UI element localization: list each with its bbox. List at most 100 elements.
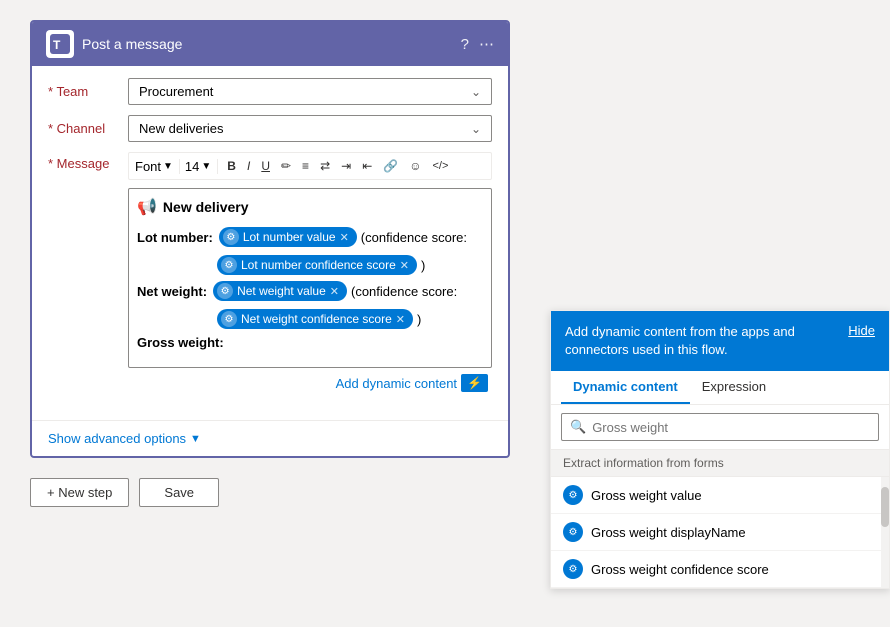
font-selector[interactable]: Font ▼ — [135, 159, 180, 174]
channel-select[interactable]: New deliveries ⌄ — [128, 115, 492, 142]
message-heading-text: New delivery — [163, 199, 249, 215]
lot-number-token-text: Lot number value — [243, 230, 336, 244]
add-dynamic-button[interactable]: ⚡ — [461, 374, 488, 392]
add-dynamic-link[interactable]: Add dynamic content — [336, 376, 457, 391]
card-header: T Post a message ? ⋯ — [32, 22, 508, 66]
show-advanced-label: Show advanced options — [48, 431, 186, 446]
dynamic-search-area: 🔍 — [551, 405, 889, 450]
more-icon[interactable]: ⋯ — [479, 35, 494, 53]
net-confidence-token-close[interactable]: ✕ — [396, 313, 405, 326]
font-chevron-icon: ▼ — [163, 161, 173, 172]
lot-number-token-close[interactable]: ✕ — [340, 231, 349, 244]
channel-label: Channel — [48, 121, 128, 136]
search-icon: 🔍 — [570, 419, 586, 435]
team-field-row: Team Procurement ⌄ — [48, 78, 492, 105]
search-input-wrap: 🔍 — [561, 413, 879, 441]
list-item-gross-weight-value[interactable]: ⚙ Gross weight value — [551, 477, 889, 514]
scrollbar-track — [881, 477, 889, 588]
show-advanced-options[interactable]: Show advanced options ▼ — [32, 420, 508, 456]
list-item-label-2: Gross weight confidence score — [591, 562, 769, 577]
teams-icon: T — [46, 30, 74, 58]
save-label: Save — [164, 485, 194, 500]
search-input[interactable] — [592, 420, 870, 435]
card-title: Post a message — [82, 36, 182, 52]
net-weight-token[interactable]: ⚙ Net weight value ✕ — [213, 281, 347, 301]
section-header: Extract information from forms — [551, 450, 889, 477]
list-item-label-0: Gross weight value — [591, 488, 702, 503]
dynamic-panel-header-text: Add dynamic content from the apps and co… — [565, 323, 838, 359]
italic-button[interactable]: I — [243, 157, 254, 175]
outdent-button[interactable]: ⇤ — [358, 157, 376, 175]
net-weight-token-icon: ⚙ — [217, 283, 233, 299]
net-weight-token-text: Net weight value — [237, 284, 326, 298]
gross-weight-line: Gross weight: — [137, 335, 483, 350]
help-icon[interactable]: ? — [461, 36, 469, 53]
list-item-label-1: Gross weight displayName — [591, 525, 746, 540]
highlight-button[interactable]: ✏ — [277, 157, 295, 175]
lot-number-token-icon: ⚙ — [223, 229, 239, 245]
net-weight-token-close[interactable]: ✕ — [330, 285, 339, 298]
new-step-button[interactable]: + New step — [30, 478, 129, 507]
net-confidence-token[interactable]: ⚙ Net weight confidence score ✕ — [217, 309, 413, 329]
net-confidence-token-text: Net weight confidence score — [241, 312, 392, 326]
add-dynamic-row: Add dynamic content ⚡ — [128, 368, 492, 398]
font-size-selector[interactable]: 14 ▼ — [185, 159, 218, 174]
font-size-chevron-icon: ▼ — [201, 161, 211, 172]
link-button[interactable]: 🔗 — [379, 157, 402, 175]
emoji-button[interactable]: ☺ — [405, 157, 425, 175]
gross-weight-label: Gross weight: — [137, 335, 224, 350]
show-advanced-chevron-icon: ▼ — [190, 433, 201, 445]
lot-number-label: Lot number: — [137, 230, 213, 245]
list-item-gross-weight-displayname[interactable]: ⚙ Gross weight displayName — [551, 514, 889, 551]
message-field-row: Message Font ▼ 14 ▼ B I U — [48, 152, 492, 398]
lot-confidence-prefix: (confidence score: — [361, 230, 467, 245]
lot-number-token[interactable]: ⚙ Lot number value ✕ — [219, 227, 357, 247]
channel-value: New deliveries — [139, 121, 224, 136]
lot-confidence-suffix: ) — [421, 258, 425, 273]
lot-confidence-token-close[interactable]: ✕ — [400, 259, 409, 272]
bold-button[interactable]: B — [223, 157, 240, 175]
save-button[interactable]: Save — [139, 478, 219, 507]
message-label: Message — [48, 152, 128, 171]
channel-field-row: Channel New deliveries ⌄ — [48, 115, 492, 142]
lot-confidence-token[interactable]: ⚙ Lot number confidence score ✕ — [217, 255, 417, 275]
font-label: Font — [135, 159, 161, 174]
net-confidence-prefix: (confidence score: — [351, 284, 457, 299]
dynamic-list: ⚙ Gross weight value ⚙ Gross weight disp… — [551, 477, 889, 588]
team-chevron-icon: ⌄ — [471, 85, 481, 99]
dynamic-panel-header: Add dynamic content from the apps and co… — [551, 311, 889, 371]
dynamic-content-panel: Add dynamic content from the apps and co… — [550, 310, 890, 589]
net-confidence-line: ⚙ Net weight confidence score ✕ ) — [217, 309, 483, 329]
message-content-area[interactable]: 📢 New delivery Lot number: ⚙ Lot number … — [128, 188, 492, 368]
lot-confidence-line: ⚙ Lot number confidence score ✕ ) — [217, 255, 483, 275]
bullet-list-button[interactable]: ≡ — [298, 157, 313, 175]
bottom-actions: + New step Save — [30, 458, 510, 527]
indent-button[interactable]: ⇥ — [337, 157, 355, 175]
net-weight-label: Net weight: — [137, 284, 207, 299]
code-button[interactable]: </> — [428, 158, 452, 174]
team-select[interactable]: Procurement ⌄ — [128, 78, 492, 105]
team-value: Procurement — [139, 84, 213, 99]
lot-confidence-token-icon: ⚙ — [221, 257, 237, 273]
tab-expression[interactable]: Expression — [690, 371, 778, 404]
list-item-gross-weight-confidence[interactable]: ⚙ Gross weight confidence score — [551, 551, 889, 588]
message-editor: Font ▼ 14 ▼ B I U ✏ ≡ ⇄ ⇥ — [128, 152, 492, 398]
numbered-list-button[interactable]: ⇄ — [316, 157, 334, 175]
channel-chevron-icon: ⌄ — [471, 122, 481, 136]
font-size-value: 14 — [185, 159, 199, 174]
net-confidence-token-icon: ⚙ — [221, 311, 237, 327]
net-weight-line: Net weight: ⚙ Net weight value ✕ (confid… — [137, 281, 483, 301]
underline-button[interactable]: U — [257, 157, 274, 175]
hide-button[interactable]: Hide — [848, 323, 875, 338]
list-item-icon-2: ⚙ — [563, 559, 583, 579]
scrollbar-thumb[interactable] — [881, 487, 889, 527]
message-heading: 📢 New delivery — [137, 197, 483, 217]
dynamic-panel-tabs: Dynamic content Expression — [551, 371, 889, 405]
card-header-icons: ? ⋯ — [461, 35, 494, 53]
svg-text:T: T — [53, 38, 61, 52]
lot-confidence-token-text: Lot number confidence score — [241, 258, 396, 272]
list-item-icon-1: ⚙ — [563, 522, 583, 542]
tab-dynamic-content[interactable]: Dynamic content — [561, 371, 690, 404]
new-step-label: + New step — [47, 485, 112, 500]
lot-number-line: Lot number: ⚙ Lot number value ✕ (confid… — [137, 227, 483, 247]
